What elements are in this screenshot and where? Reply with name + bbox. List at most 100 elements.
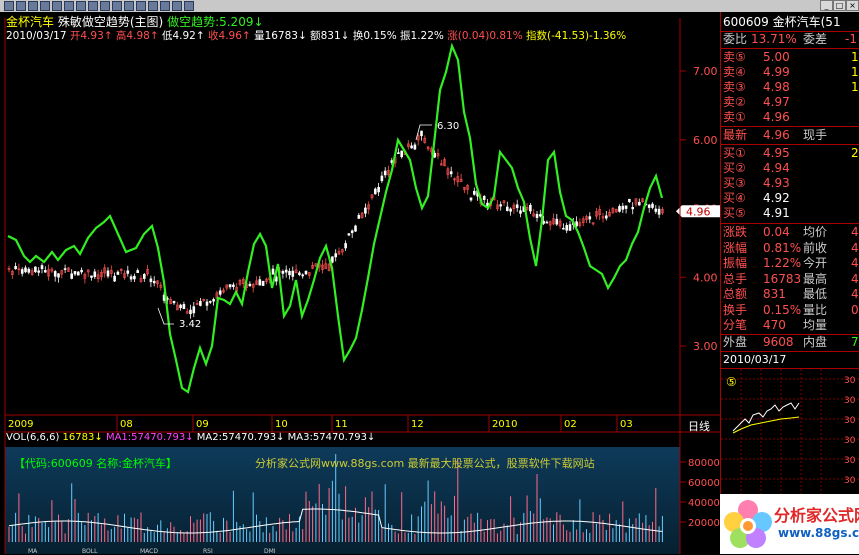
- toolbar-button[interactable]: [112, 1, 122, 11]
- buy-row: 买① 4.95 2: [723, 146, 859, 161]
- sell-row-label: 卖②: [723, 95, 746, 109]
- up-arrow: ↑: [241, 30, 251, 42]
- candle-body: [397, 152, 400, 154]
- time-label: 09: [196, 419, 209, 430]
- toolbar-button[interactable]: [148, 1, 158, 11]
- toolbar-button[interactable]: [136, 1, 146, 11]
- candle-body: [106, 270, 110, 277]
- stat-label: 分笔: [723, 318, 748, 332]
- toolbar-button[interactable]: [52, 1, 62, 11]
- sell-row-price: 4.99: [763, 65, 790, 79]
- candle-body: [152, 280, 156, 284]
- candle-body: [568, 224, 572, 231]
- price-axis: 7.006.005.004.003.004.96: [676, 65, 720, 353]
- candle-body: [654, 208, 658, 212]
- chg-label: 涨: [447, 30, 458, 42]
- tab-macd[interactable]: MACD: [140, 548, 158, 555]
- amp-value: 1.22%: [410, 30, 444, 42]
- toolbar-button[interactable]: [184, 1, 194, 11]
- candle-body: [248, 283, 252, 287]
- index-label: 指数: [526, 30, 548, 42]
- divider: [721, 223, 859, 224]
- time-label: 02: [564, 419, 577, 430]
- candle-body: [565, 225, 569, 231]
- stat-value: 4: [851, 225, 859, 239]
- stat-value: 0.81%: [763, 240, 802, 255]
- candle-body: [380, 175, 384, 181]
- candle-body: [205, 301, 209, 306]
- candle-body: [212, 299, 215, 302]
- stat-label: 前收: [803, 240, 828, 255]
- close-button[interactable]: ×: [846, 0, 859, 11]
- toolbar-button[interactable]: [28, 1, 38, 11]
- toolbar-button[interactable]: [88, 1, 98, 11]
- toolbar-button[interactable]: [64, 1, 74, 11]
- period-label[interactable]: 日线: [688, 418, 710, 434]
- stat-label: 涨幅: [723, 240, 748, 255]
- price-tick-label: 3.00: [693, 340, 718, 353]
- stat-row: 总手 16783 最高 4: [723, 272, 859, 287]
- candle-body: [535, 213, 539, 218]
- candle-body: [70, 273, 73, 279]
- candle-body: [14, 266, 17, 270]
- toolbar: _ □ ×: [0, 0, 859, 12]
- toolbar-button[interactable]: [172, 1, 182, 11]
- minimize-button[interactable]: _: [820, 0, 833, 11]
- stat-label: 均量: [803, 318, 828, 332]
- toolbar-button[interactable]: [16, 1, 26, 11]
- mini-date: 2010/03/17: [723, 353, 787, 366]
- toolbar-button[interactable]: [40, 1, 50, 11]
- toolbar-button[interactable]: [4, 1, 14, 11]
- stat-row: 振幅 1.22% 今开 4: [723, 256, 859, 271]
- candle-body: [288, 270, 291, 276]
- divider: [721, 126, 859, 127]
- sell-row-label: 卖⑤: [723, 50, 746, 64]
- time-label: 2009: [8, 419, 33, 430]
- mini-tick-label: 30: [844, 476, 856, 486]
- toolbar-button[interactable]: [124, 1, 134, 11]
- weibi-row: 委比 13.71% 委差 -1: [723, 32, 859, 47]
- high-annotation: 6.30: [437, 121, 459, 132]
- candle-body: [133, 275, 136, 280]
- candle-body: [129, 276, 133, 280]
- volume-tick-label: 40000: [688, 498, 720, 509]
- high-label: 高: [115, 30, 127, 42]
- candle-body: [631, 206, 635, 210]
- weicha-value: -1: [845, 32, 857, 46]
- last-value: 4.96: [763, 128, 790, 142]
- candle-body: [420, 130, 423, 137]
- toolbar-button[interactable]: [160, 1, 170, 11]
- open-label: 开: [69, 30, 81, 42]
- candle-body: [77, 271, 80, 276]
- candle-body: [24, 267, 27, 273]
- candle-body: [34, 266, 37, 273]
- time-label: 03: [620, 419, 633, 430]
- tab-boll[interactable]: BOLL: [82, 548, 97, 555]
- tab-dmi[interactable]: DMI: [264, 548, 276, 555]
- toolbar-button[interactable]: [76, 1, 86, 11]
- stat-row: 分笔 470 均量: [723, 318, 859, 333]
- maximize-button[interactable]: □: [833, 0, 846, 11]
- candle-body: [562, 227, 565, 230]
- toolbar-button[interactable]: [100, 1, 110, 11]
- indicator-label: 做空趋势:5.209: [167, 15, 254, 29]
- candle-body: [588, 216, 592, 220]
- time-label: 08: [120, 419, 133, 430]
- buy-row: 买⑤ 4.91: [723, 206, 859, 221]
- date-label: 2010/03/17: [6, 30, 67, 42]
- kline-chart[interactable]: 7.006.005.004.003.004.96 200908091011122…: [0, 12, 720, 554]
- candle-body: [472, 190, 476, 195]
- stat-value: 470: [763, 318, 786, 332]
- stat-label: 均价: [803, 225, 828, 239]
- candle-body: [555, 218, 559, 225]
- sell-row-price: 4.98: [763, 80, 790, 94]
- buy-row-price: 4.91: [763, 206, 790, 220]
- stat-label: 总额: [723, 287, 748, 301]
- sell-row-price: 4.97: [763, 95, 790, 109]
- stock-name: 金杯汽车: [6, 15, 55, 29]
- mini-tick-label: 30: [844, 456, 856, 466]
- tab-rsi[interactable]: RSI: [203, 548, 213, 555]
- candle-body: [519, 210, 522, 214]
- tab-ma[interactable]: MA: [28, 548, 37, 555]
- sell-row-price: 5.00: [763, 50, 790, 64]
